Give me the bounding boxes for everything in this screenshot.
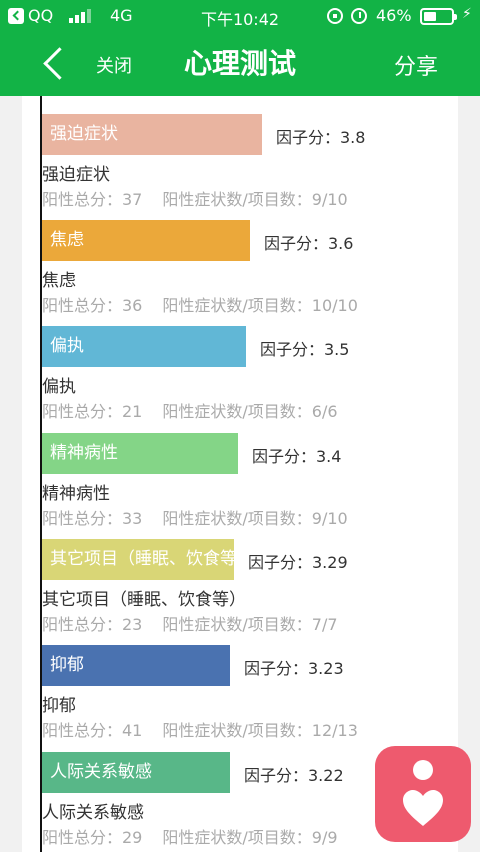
result-name: 其它项目（睡眠、饮食等） — [42, 590, 246, 610]
status-bar: QQ 4G 下午10:42 46% ⚡ — [0, 0, 480, 32]
battery-percent: 46% — [376, 6, 412, 25]
result-name: 强迫症状 — [42, 165, 110, 185]
result-stats: 阳性总分：33 阳性症状数/项目数：9/10 — [42, 505, 348, 529]
positive-ratio: 阳性症状数/项目数：6/6 — [162, 402, 338, 421]
result-stats: 阳性总分：36 阳性症状数/项目数：10/10 — [42, 292, 358, 316]
result-bar: 人际关系敏感 — [42, 752, 230, 793]
result-bar: 偏执 — [42, 326, 246, 367]
factor-score: 因子分：3.29 — [248, 553, 348, 572]
alarm-icon — [351, 8, 367, 24]
result-stats: 阳性总分：21 阳性症状数/项目数：6/6 — [42, 398, 338, 422]
result-bar: 焦虑 — [42, 220, 250, 261]
positive-total: 阳性总分：29 — [42, 828, 143, 847]
positive-total: 阳性总分：33 — [42, 509, 143, 528]
positive-ratio: 阳性症状数/项目数：12/13 — [162, 721, 358, 740]
rotation-lock-icon — [327, 8, 343, 24]
result-name: 抑郁 — [42, 696, 76, 716]
result-item: 强迫症状 因子分：3.8 强迫症状 阳性总分：37 阳性症状数/项目数：9/10 — [40, 114, 458, 220]
nav-bar: 关闭 心理测试 分享 — [0, 32, 480, 96]
result-name: 偏执 — [42, 377, 76, 397]
factor-score: 因子分：3.22 — [244, 766, 344, 785]
share-button[interactable]: 分享 — [394, 49, 438, 81]
result-name: 人际关系敏感 — [42, 803, 144, 823]
result-bar: 抑郁 — [42, 645, 230, 686]
positive-total: 阳性总分：36 — [42, 296, 143, 315]
positive-total: 阳性总分：41 — [42, 721, 143, 740]
positive-ratio: 阳性症状数/项目数：9/10 — [162, 190, 348, 209]
positive-ratio: 阳性症状数/项目数：9/9 — [162, 828, 338, 847]
positive-total: 阳性总分：23 — [42, 615, 143, 634]
factor-score: 因子分：3.5 — [260, 340, 350, 359]
positive-ratio: 阳性症状数/项目数：10/10 — [162, 296, 358, 315]
result-item: 抑郁 因子分：3.23 抑郁 阳性总分：41 阳性症状数/项目数：12/13 — [40, 645, 458, 751]
result-bar: 精神病性 — [42, 433, 238, 474]
positive-total: 阳性总分：21 — [42, 402, 143, 421]
person-head-icon — [413, 760, 433, 780]
result-bar: 强迫症状 — [42, 114, 262, 155]
result-stats: 阳性总分：23 阳性症状数/项目数：7/7 — [42, 611, 338, 635]
result-stats: 阳性总分：29 阳性症状数/项目数：9/9 — [42, 824, 338, 848]
factor-score: 因子分：3.8 — [276, 128, 366, 147]
positive-total: 阳性总分：37 — [42, 190, 143, 209]
result-bar: 其它项目（睡眠、饮食等） — [42, 539, 234, 580]
floating-heart-button[interactable] — [375, 746, 471, 842]
result-item: 精神病性 因子分：3.4 精神病性 阳性总分：33 阳性症状数/项目数：9/10 — [40, 433, 458, 539]
content-area[interactable]: 强迫症状 因子分：3.8 强迫症状 阳性总分：37 阳性症状数/项目数：9/10 焦虑 因子… — [0, 96, 480, 852]
results-card: 强迫症状 因子分：3.8 强迫症状 阳性总分：37 阳性症状数/项目数：9/10 焦虑 因子… — [22, 96, 458, 852]
result-name: 精神病性 — [42, 484, 110, 504]
result-item: 偏执 因子分：3.5 偏执 阳性总分：21 阳性症状数/项目数：6/6 — [40, 326, 458, 432]
heart-icon — [403, 790, 443, 826]
result-item: 其它项目（睡眠、饮食等） 因子分：3.29 其它项目（睡眠、饮食等） 阳性总分：23 阳… — [40, 539, 458, 645]
factor-score: 因子分：3.23 — [244, 659, 344, 678]
factor-score: 因子分：3.6 — [264, 234, 354, 253]
battery-icon — [420, 8, 457, 25]
result-stats: 阳性总分：37 阳性症状数/项目数：9/10 — [42, 186, 348, 210]
top-bar: QQ 4G 下午10:42 46% ⚡ 关闭 心理测试 分享 — [0, 0, 480, 96]
factor-score: 因子分：3.4 — [252, 447, 342, 466]
charging-icon: ⚡ — [462, 6, 472, 22]
battery-fill — [424, 12, 436, 21]
result-stats: 阳性总分：41 阳性症状数/项目数：12/13 — [42, 717, 358, 741]
positive-ratio: 阳性症状数/项目数：9/10 — [162, 509, 348, 528]
positive-ratio: 阳性症状数/项目数：7/7 — [162, 615, 338, 634]
result-name: 焦虑 — [42, 271, 76, 291]
result-item: 焦虑 因子分：3.6 焦虑 阳性总分：36 阳性症状数/项目数：10/10 — [40, 220, 458, 326]
